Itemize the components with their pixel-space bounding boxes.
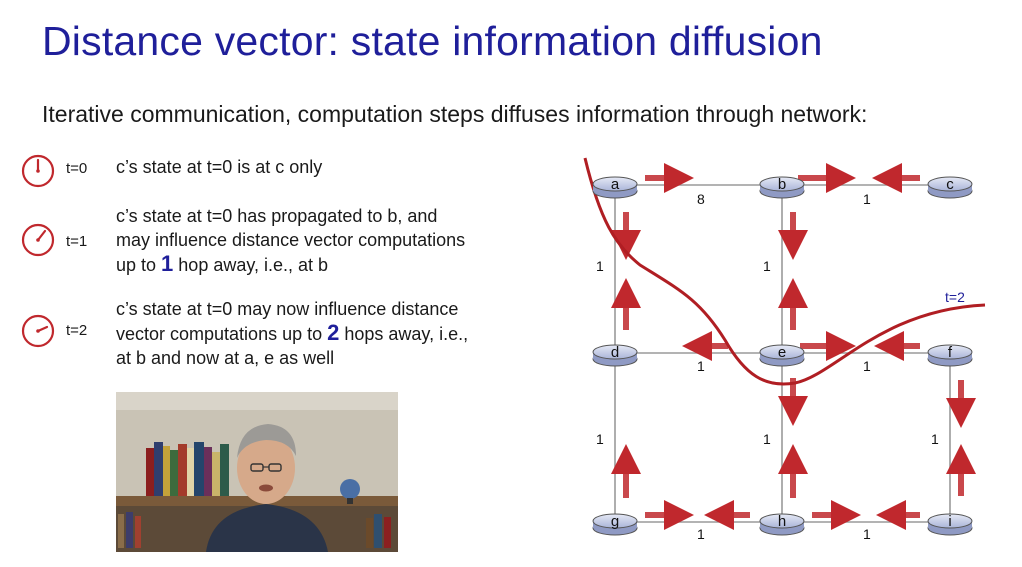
- node-label: h: [778, 513, 786, 530]
- weight-label: 1: [863, 191, 871, 207]
- node-label: a: [611, 176, 620, 193]
- node-label: g: [611, 513, 619, 530]
- weight-label: 8: [697, 191, 705, 207]
- slide-subtitle: Iterative communication, computation ste…: [42, 101, 868, 127]
- node-label: b: [778, 176, 786, 193]
- step-time-label: t=1: [66, 233, 88, 250]
- node-label: d: [611, 344, 619, 361]
- step-description: c’s state at t=0 may now influence dista…: [116, 297, 536, 370]
- weight-label: 1: [863, 358, 871, 374]
- weight-label: 1: [863, 526, 871, 542]
- clock-icon: [21, 314, 55, 348]
- boundary-label: t=2: [945, 289, 965, 305]
- router-i: i: [927, 513, 973, 536]
- step-line: c’s state at t=0 has propagated to b, an…: [116, 206, 438, 226]
- weight-label: 1: [596, 431, 604, 447]
- step-time-label: t=0: [66, 160, 88, 177]
- clock-icon: [21, 154, 55, 188]
- weight-label: 1: [697, 358, 705, 374]
- clock-icon: [21, 223, 55, 257]
- step-line: at b and now at a, e as well: [116, 348, 335, 368]
- router-e: e: [759, 344, 805, 367]
- step-description: c’s state at t=0 has propagated to b, an…: [116, 204, 536, 277]
- weight-label: 1: [697, 526, 705, 542]
- weight-label: 1: [931, 431, 939, 447]
- step-description: c’s state at t=0 is at c only: [116, 155, 536, 179]
- router-b: b: [759, 176, 805, 199]
- weight-label: 1: [763, 431, 771, 447]
- router-f: f: [927, 344, 973, 367]
- router-d: d: [592, 344, 638, 367]
- node-label: c: [946, 176, 954, 193]
- step-line: vector computations up to 2 hops away, i…: [116, 320, 469, 345]
- network-diagram: t=2 8 1 1 1 1 1 1 1 1 1 1 a b c d e f g …: [583, 157, 986, 542]
- weight-label: 1: [596, 258, 604, 274]
- router-a: a: [592, 176, 638, 199]
- node-label: i: [948, 513, 951, 530]
- router-c: c: [927, 176, 973, 199]
- step-line: up to 1 hop away, i.e., at b: [116, 251, 329, 276]
- weight-label: 1: [763, 258, 771, 274]
- step-time-label: t=2: [66, 322, 88, 339]
- node-label: e: [778, 344, 786, 361]
- presenter-video: [116, 392, 398, 552]
- router-g: g: [592, 513, 638, 536]
- router-h: h: [759, 513, 805, 536]
- step-line: c’s state at t=0 may now influence dista…: [116, 299, 459, 319]
- slide-title: Distance vector: state information diffu…: [42, 18, 823, 64]
- step-line: c’s state at t=0 is at c only: [116, 157, 323, 177]
- step-line: may influence distance vector computatio…: [116, 230, 466, 250]
